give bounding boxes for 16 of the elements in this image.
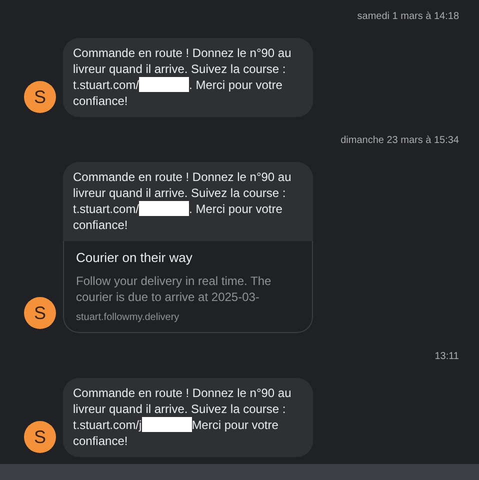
avatar[interactable]: S [24, 297, 56, 329]
avatar[interactable]: S [24, 421, 56, 453]
message-bubble[interactable] [63, 162, 313, 333]
preview-title: Courier on their way [76, 249, 194, 267]
message-bubble[interactable]: Commande en route ! Donnez le n°90 au livreur quand il arrive. Suivez la course : t.stuart.com/ . Merci pour votre confiance! [63, 38, 313, 117]
timestamp: samedi 1 mars à 14:18 [357, 10, 459, 24]
preview-domain: stuart.followmy.delivery [76, 311, 180, 324]
avatar[interactable]: S [24, 81, 56, 113]
timestamp: 13:11 [434, 350, 459, 364]
message-text: Commande en route ! Donnez le n°90 au livreur quand il arrive. Suivez la course : t.stuart.com/ . Merci pour votre confiance! [73, 45, 292, 109]
message-text: Commande en route ! Donnez le n°90 au livreur quand il arrive. Suivez la course : t.stuart.com/j Merci pour votre confiance! [73, 385, 292, 449]
preview-description: Follow your delivery in real time. The courier is due to arrive at 2025-03- [76, 273, 272, 305]
timestamp: dimanche 23 mars à 15:34 [340, 134, 459, 148]
message-bubble[interactable]: Commande en route ! Donnez le n°90 au livreur quand il arrive. Suivez la course : t.stuart.com/j Merci pour votre confiance! [63, 378, 313, 457]
message-text: Commande en route ! Donnez le n°90 au livreur quand il arrive. Suivez la course : t.stuart.com/ . Merci pour votre confiance! [73, 169, 292, 233]
link-preview-card[interactable]: Courier on their way Follow your delivery in real time. The courier is due to arrive at 2025-03- stuart.followmy.delivery [63, 241, 313, 333]
